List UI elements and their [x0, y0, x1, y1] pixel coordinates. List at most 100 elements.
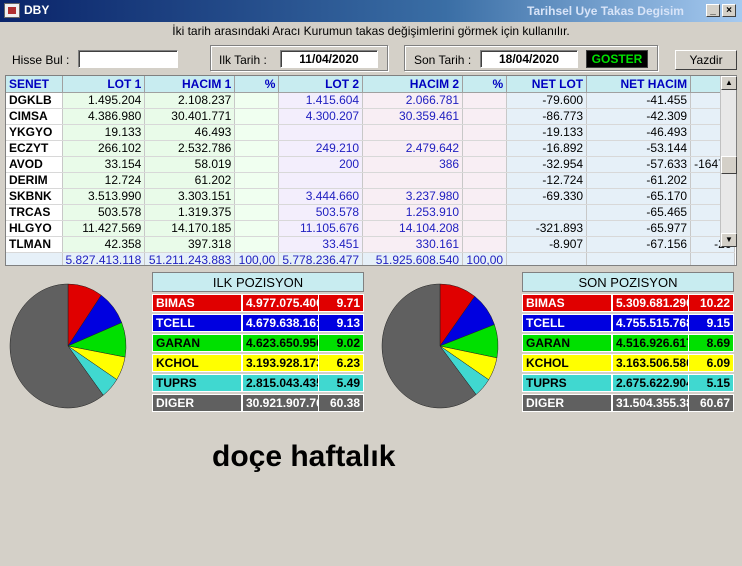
table-cell [278, 172, 364, 189]
caption-text: doçe haftalık [212, 440, 396, 473]
scroll-thumb[interactable] [721, 156, 737, 174]
end-date-field[interactable]: 18/04/2020 [480, 50, 578, 68]
table-cell: 2.532.786 [144, 140, 236, 157]
table-cell: 61.202 [144, 172, 236, 189]
table-row[interactable]: SKBNK 3.513.990 3.303.151 3.444.660 3.237.98… [6, 188, 736, 205]
total-cell: 100,00 [462, 252, 508, 265]
table-cell: 58.019 [144, 156, 236, 173]
scroll-down-icon[interactable]: ▼ [721, 233, 737, 247]
total-cell [690, 252, 736, 265]
col-header[interactable]: NET LOT [506, 76, 588, 93]
takas-grid[interactable]: SENET LOT 1 HACIM 1 % LOT 2 HACIM 2 % NE… [5, 75, 737, 266]
table-cell: 4.300.207 [278, 108, 364, 125]
table-cell: -79.600 [506, 92, 588, 109]
symbol-cell: SKBNK [6, 188, 63, 205]
table-cell: 503.578 [62, 204, 146, 221]
title-bar[interactable]: DBY Tarihsel Uye Takas Degisim _ × [0, 0, 742, 22]
table-cell: 46.493 [144, 124, 236, 141]
table-cell: 1.415.604 [278, 92, 364, 109]
show-button[interactable]: GOSTER [586, 50, 648, 68]
table-cell [234, 236, 280, 253]
table-cell: -19.133 [506, 124, 588, 141]
position-name: TCELL [152, 314, 242, 332]
table-cell: -16.892 [506, 140, 588, 157]
table-row[interactable]: YKGYO 19.133 46.493 -19.133 -46.493 [6, 124, 736, 141]
col-header[interactable]: HACIM 1 [144, 76, 236, 93]
table-cell: -41.455 [586, 92, 692, 109]
table-cell: -12.724 [506, 172, 588, 189]
position-percent: 6.23 [318, 354, 364, 372]
position-name: DIGER [152, 394, 242, 412]
col-header[interactable]: HACIM 2 [362, 76, 464, 93]
table-cell: 33.154 [62, 156, 146, 173]
position-row-diger: DIGER 31.504.355.380 60.67 [522, 394, 734, 412]
symbol-cell: CIMSA [6, 108, 63, 125]
table-row[interactable]: HLGYO 11.427.569 14.170.185 11.105.676 14.10… [6, 220, 736, 237]
close-button[interactable]: × [722, 4, 736, 17]
table-row[interactable]: DERIM 12.724 61.202 -12.724 -61.202 [6, 172, 736, 189]
col-header[interactable]: LOT 2 [278, 76, 364, 93]
takas-table: SENET LOT 1 HACIM 1 % LOT 2 HACIM 2 % NE… [6, 76, 736, 265]
position-row-tuprs: TUPRS 2.815.043.435 5.49 [152, 374, 364, 392]
window-subtitle: Tarihsel Uye Takas Degisim [527, 4, 684, 18]
table-cell [462, 140, 508, 157]
total-cell [506, 252, 588, 265]
position-percent: 6.09 [688, 354, 734, 372]
table-cell: -65.170 [586, 188, 692, 205]
table-cell: 2.479.642 [362, 140, 464, 157]
table-row[interactable]: TRCAS 503.578 1.319.375 503.578 1.253.910 -65… [6, 204, 736, 221]
table-cell: -61.202 [586, 172, 692, 189]
table-row[interactable]: AVOD 33.154 58.019 200 386 -32.954 -57.633 -164… [6, 156, 736, 173]
table-cell: -53.144 [586, 140, 692, 157]
table-cell: 330.161 [362, 236, 464, 253]
position-name: KCHOL [522, 354, 612, 372]
grid-scrollbar[interactable]: ▲ ▼ [720, 76, 737, 247]
table-cell [462, 108, 508, 125]
table-cell [462, 156, 508, 173]
position-name: BIMAS [522, 294, 612, 312]
table-cell [506, 204, 588, 221]
scroll-up-icon[interactable]: ▲ [721, 76, 737, 90]
table-cell [234, 220, 280, 237]
table-row[interactable]: DGKLB 1.495.204 2.108.237 1.415.604 2.066.78… [6, 92, 736, 109]
table-cell: 386 [362, 156, 464, 173]
table-row[interactable]: ECZYT 266.102 2.532.786 249.210 2.479.642 -16… [6, 140, 736, 157]
table-cell [462, 220, 508, 237]
table-cell: 2.066.781 [362, 92, 464, 109]
son-pozisyon-title: SON POZISYON [522, 272, 734, 292]
col-header[interactable]: % [462, 76, 508, 93]
position-row-bimas: BIMAS 5.309.681.290 10.22 [522, 294, 734, 312]
table-cell: 503.578 [278, 204, 364, 221]
total-cell: 100,00 [234, 252, 280, 265]
table-row[interactable]: CIMSA 4.386.980 30.401.771 4.300.207 30.359.… [6, 108, 736, 125]
end-date-label: Son Tarih : [414, 53, 472, 67]
position-name: TUPRS [152, 374, 242, 392]
table-cell: 14.170.185 [144, 220, 236, 237]
start-date-label: Ilk Tarih : [219, 53, 267, 67]
col-header[interactable]: LOT 1 [62, 76, 146, 93]
total-cell: 5.827.413.118 [62, 252, 146, 265]
table-cell [278, 124, 364, 141]
col-header[interactable]: NET HACIM [586, 76, 692, 93]
col-header[interactable]: % [234, 76, 280, 93]
table-cell: -46.493 [586, 124, 692, 141]
minimize-button[interactable]: _ [706, 4, 720, 17]
table-cell: -321.893 [506, 220, 588, 237]
window-title: DBY [24, 3, 50, 17]
table-cell: 30.401.771 [144, 108, 236, 125]
instructions-text: İki tarih arasındaki Aracı Kurumun takas… [172, 24, 570, 38]
table-cell: 1.253.910 [362, 204, 464, 221]
grid-header-row: SENET LOT 1 HACIM 1 % LOT 2 HACIM 2 % NE… [6, 76, 736, 93]
print-button[interactable]: Yazdir [675, 50, 737, 70]
symbol-cell: DGKLB [6, 92, 63, 109]
table-cell: -86.773 [506, 108, 588, 125]
table-cell: 12.724 [62, 172, 146, 189]
position-percent: 9.13 [318, 314, 364, 332]
table-row[interactable]: TLMAN 42.358 397.318 33.451 330.161 -8.907 -67… [6, 236, 736, 253]
col-header[interactable]: SENET [6, 76, 63, 93]
start-date-field[interactable]: 11/04/2020 [280, 50, 378, 68]
table-cell: 1.495.204 [62, 92, 146, 109]
table-cell [462, 188, 508, 205]
search-input[interactable] [78, 50, 178, 68]
table-cell: 2.108.237 [144, 92, 236, 109]
